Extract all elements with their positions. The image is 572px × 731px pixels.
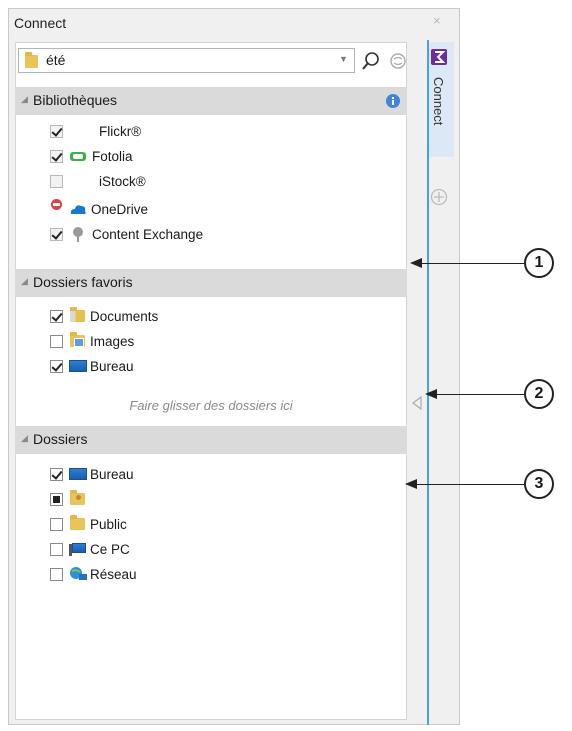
error-icon: [51, 198, 62, 210]
web-search-icon[interactable]: [388, 51, 408, 71]
fotolia-icon: [70, 148, 88, 164]
documents-folder-icon: [69, 307, 87, 324]
list-item-bureau-fav[interactable]: Bureau: [50, 356, 134, 376]
checkbox[interactable]: [50, 124, 63, 138]
onedrive-cloud-icon: [69, 201, 87, 217]
expand-triangle-icon: ◢: [21, 276, 28, 286]
item-label: Public: [90, 516, 127, 532]
item-label: Documents: [90, 308, 159, 324]
checkbox[interactable]: [50, 567, 63, 581]
item-label: iStock®: [99, 173, 146, 189]
arrowhead-icon: [410, 258, 422, 268]
callout-number-3: 3: [524, 469, 554, 499]
list-item-istock[interactable]: iStock®: [50, 171, 146, 191]
checkbox[interactable]: [50, 174, 63, 188]
info-icon[interactable]: [385, 93, 401, 109]
callout-line-2: [435, 394, 524, 395]
section-title: Dossiers favoris: [33, 274, 133, 290]
expand-triangle-icon: ◢: [21, 433, 28, 443]
connect-logo-icon: [431, 49, 447, 65]
list-item-public[interactable]: Public: [50, 514, 127, 534]
callout-line-1: [420, 263, 524, 264]
list-item-images[interactable]: Images: [50, 331, 134, 351]
section-header-libraries[interactable]: ◢ Bibliothèques: [15, 87, 407, 115]
arrowhead-icon: [405, 479, 417, 489]
list-item-fotolia[interactable]: Fotolia: [50, 146, 133, 166]
list-item-bureau[interactable]: Bureau: [50, 464, 134, 484]
checkbox[interactable]: [50, 517, 63, 531]
item-label: Bureau: [90, 358, 134, 374]
arrowhead-icon: [425, 389, 437, 399]
checkbox[interactable]: [50, 359, 63, 373]
list-item-documents[interactable]: Documents: [50, 306, 158, 326]
images-folder-icon: [69, 332, 87, 349]
drop-hint: Faire glisser des dossiers ici: [129, 398, 293, 413]
search-icon[interactable]: [361, 51, 381, 71]
section-title: Bibliothèques: [33, 92, 118, 108]
desktop-icon: [69, 358, 87, 374]
checkbox[interactable]: [50, 149, 63, 163]
item-label: Réseau: [90, 566, 137, 582]
search-combo[interactable]: [18, 48, 355, 73]
docker-title: Connect: [14, 15, 67, 31]
folder-icon: [24, 52, 39, 68]
folder-icon: [69, 515, 87, 532]
list-item-user-folder[interactable]: [50, 489, 90, 509]
chevron-down-icon[interactable]: ▼: [339, 54, 348, 64]
user-folder-icon: [69, 490, 87, 507]
desktop-icon: [69, 466, 87, 482]
callout-number-2: 2: [524, 379, 554, 409]
item-label: Images: [90, 333, 135, 349]
list-item-content-exchange[interactable]: Content Exchange: [50, 224, 203, 244]
item-label: Ce PC: [90, 541, 130, 557]
checkbox[interactable]: [50, 492, 63, 506]
section-header-folders[interactable]: ◢ Dossiers: [15, 426, 407, 454]
callout-number-1: 1: [524, 248, 554, 278]
checkbox[interactable]: [50, 334, 63, 348]
checkbox[interactable]: [50, 467, 63, 481]
item-label: OneDrive: [91, 201, 149, 217]
add-tab-icon[interactable]: [429, 187, 449, 207]
close-icon[interactable]: ×: [433, 13, 441, 28]
checkbox[interactable]: [50, 227, 63, 241]
content-area: [15, 42, 407, 720]
item-label: Fotolia: [92, 148, 133, 164]
list-item-ce-pc[interactable]: Ce PC: [50, 539, 130, 559]
network-icon: [69, 566, 87, 582]
item-label: Flickr®: [99, 123, 142, 139]
list-item-onedrive[interactable]: OneDrive: [50, 198, 149, 219]
list-item-reseau[interactable]: Réseau: [50, 564, 137, 584]
tab-accent-line: [427, 40, 429, 725]
section-title: Dossiers: [33, 431, 88, 447]
item-label: Content Exchange: [92, 226, 204, 242]
computer-icon: [69, 541, 87, 557]
checkbox[interactable]: [50, 542, 63, 556]
collapse-arrow-icon[interactable]: [411, 396, 423, 410]
tab-connect-label: Connect: [431, 77, 446, 126]
search-input[interactable]: été: [46, 52, 65, 68]
list-item-flickr[interactable]: Flickr®: [50, 121, 141, 141]
item-label: Bureau: [90, 466, 134, 482]
expand-triangle-icon: ◢: [21, 94, 28, 104]
content-exchange-icon: [70, 226, 88, 242]
callout-line-3: [415, 484, 524, 485]
section-header-favorites[interactable]: ◢ Dossiers favoris: [15, 269, 407, 297]
checkbox[interactable]: [50, 309, 63, 323]
